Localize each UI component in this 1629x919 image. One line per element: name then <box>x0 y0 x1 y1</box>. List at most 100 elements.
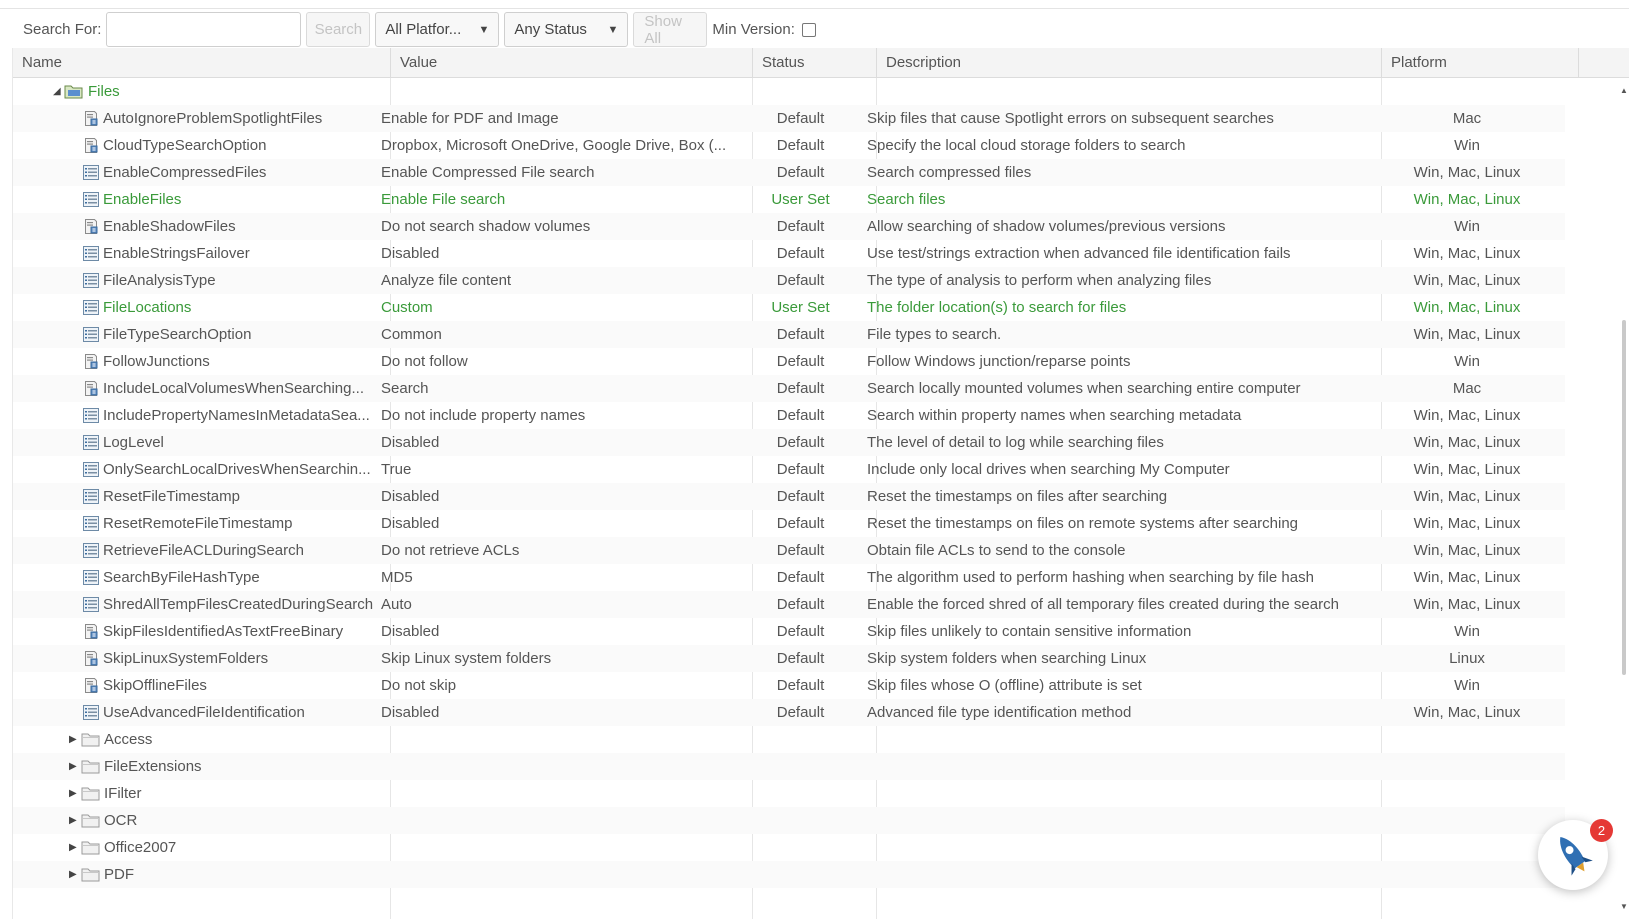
collapse-triangle-icon[interactable]: ◢ <box>53 78 61 105</box>
table-row[interactable]: OnlySearchLocalDrivesWhenSearchin... True… <box>13 456 1565 483</box>
tree-folder[interactable]: ▶ FileExtensions <box>13 753 1565 780</box>
min-version-label: Min Version: <box>712 21 795 38</box>
folder-name: PDF <box>104 866 134 883</box>
setting-status: Default <box>776 704 825 721</box>
setting-name: AutoIgnoreProblemSpotlightFiles <box>103 110 323 127</box>
column-header-name[interactable]: Name <box>13 48 391 78</box>
setting-name: SkipLinuxSystemFolders <box>103 650 269 667</box>
table-row[interactable]: SkipLinuxSystemFolders Skip Linux system … <box>13 645 1565 672</box>
column-header-status[interactable]: Status <box>753 48 877 78</box>
expand-triangle-icon[interactable]: ▶ <box>69 753 77 780</box>
setting-platform: Win, Mac, Linux <box>1413 191 1521 208</box>
tree-folder-files[interactable]: ◢ Files <box>13 78 1565 105</box>
tree-folder[interactable]: ▶ Access <box>13 726 1565 753</box>
table-row[interactable]: LogLevel Disabled Default The level of deta… <box>13 429 1565 456</box>
setting-platform: Win, Mac, Linux <box>1413 299 1521 316</box>
expand-triangle-icon[interactable]: ▶ <box>69 861 77 888</box>
setting-value: Disabled <box>381 515 440 532</box>
tree-folder[interactable]: ▶ PDF <box>13 861 1565 888</box>
setting-name: RetrieveFileACLDuringSearch <box>103 542 304 559</box>
min-version-checkbox[interactable] <box>801 22 816 37</box>
setting-platform: Win, Mac, Linux <box>1413 272 1521 289</box>
setting-script-icon <box>85 219 98 234</box>
folder-icon <box>81 760 100 774</box>
setting-script-icon <box>85 354 98 369</box>
setting-description: Reset the timestamps on files after sear… <box>867 488 1168 505</box>
scroll-down-icon[interactable]: ▼ <box>1620 902 1628 911</box>
expand-triangle-icon[interactable]: ▶ <box>69 834 77 861</box>
expand-triangle-icon[interactable]: ▶ <box>69 726 77 753</box>
setting-list-icon <box>83 192 99 207</box>
setting-description: Search locally mounted volumes when sear… <box>867 380 1301 397</box>
table-row[interactable]: ShredAllTempFilesCreatedDuringSearch Auto… <box>13 591 1565 618</box>
table-row[interactable]: IncludeLocalVolumesWhenSearching... Searc… <box>13 375 1565 402</box>
setting-list-icon <box>83 516 99 531</box>
folder-name: Files <box>88 83 120 100</box>
column-header-platform[interactable]: Platform <box>1382 48 1579 78</box>
setting-description: The folder location(s) to search for fil… <box>867 299 1127 316</box>
grid-header: Name Value Status Description Platform <box>13 48 1629 78</box>
setting-name: EnableStringsFailover <box>103 245 250 262</box>
search-button[interactable]: Search <box>306 12 371 47</box>
setting-description: The type of analysis to perform when ana… <box>867 272 1212 289</box>
chevron-down-icon: ▼ <box>478 23 490 36</box>
platform-select[interactable]: All Platfor... ▼ <box>375 12 500 47</box>
vertical-scrollbar[interactable] <box>1622 320 1626 675</box>
column-header-description[interactable]: Description <box>877 48 1382 78</box>
status-select[interactable]: Any Status ▼ <box>504 12 629 47</box>
search-toolbar: Search For: Search All Platfor... ▼ Any … <box>12 11 1629 48</box>
setting-status: Default <box>776 353 825 370</box>
setting-platform: Win, Mac, Linux <box>1413 704 1521 721</box>
table-row[interactable]: EnableCompressedFiles Enable Compressed F… <box>13 159 1565 186</box>
table-row[interactable]: SkipFilesIdentifiedAsTextFreeBinary Disab… <box>13 618 1565 645</box>
setting-value: Enable Compressed File search <box>381 164 595 181</box>
table-row[interactable]: CloudTypeSearchOption Dropbox, Microsoft … <box>13 132 1565 159</box>
table-row[interactable]: UseAdvancedFileIdentification Disabled Def… <box>13 699 1565 726</box>
setting-name: SearchByFileHashType <box>103 569 260 586</box>
expand-triangle-icon[interactable]: ▶ <box>69 780 77 807</box>
table-row[interactable]: ResetRemoteFileTimestamp Disabled Default R… <box>13 510 1565 537</box>
setting-platform: Win, Mac, Linux <box>1413 461 1521 478</box>
column-header-value[interactable]: Value <box>391 48 753 78</box>
table-row[interactable]: ResetFileTimestamp Disabled Default Reset t… <box>13 483 1565 510</box>
table-row[interactable]: EnableShadowFiles Do not search shadow vo… <box>13 213 1565 240</box>
tree-folder[interactable]: ▶ OCR <box>13 807 1565 834</box>
table-row[interactable]: RetrieveFileACLDuringSearch Do not retrie… <box>13 537 1565 564</box>
setting-status: Default <box>776 623 825 640</box>
table-row[interactable]: FollowJunctions Do not follow Default Follo… <box>13 348 1565 375</box>
table-row[interactable]: EnableFiles Enable File search User Set Sea… <box>13 186 1565 213</box>
search-input[interactable] <box>106 12 302 47</box>
setting-status: Default <box>776 164 825 181</box>
top-divider <box>0 8 1629 9</box>
table-row[interactable]: SkipOfflineFiles Do not skip Default Skip f… <box>13 672 1565 699</box>
expand-triangle-icon[interactable]: ▶ <box>69 807 77 834</box>
folder-icon <box>81 787 100 801</box>
setting-platform: Mac <box>1452 380 1482 397</box>
search-for-label: Search For: <box>23 21 102 38</box>
table-row[interactable]: FileTypeSearchOption Common Default File ty… <box>13 321 1565 348</box>
settings-grid: Name Value Status Description Platform ◢… <box>12 48 1629 919</box>
tree-folder[interactable]: ▶ IFilter <box>13 780 1565 807</box>
setting-status: Default <box>776 110 825 127</box>
setting-name: IncludeLocalVolumesWhenSearching... <box>103 380 364 397</box>
setting-description: Skip system folders when searching Linux <box>867 650 1147 667</box>
table-row[interactable]: AutoIgnoreProblemSpotlightFiles Enable fo… <box>13 105 1565 132</box>
setting-platform: Win, Mac, Linux <box>1413 326 1521 343</box>
setting-description: The level of detail to log while searchi… <box>867 434 1164 451</box>
scroll-up-icon[interactable]: ▲ <box>1620 86 1628 95</box>
table-row[interactable]: SearchByFileHashType MD5 Default The algori… <box>13 564 1565 591</box>
setting-list-icon <box>83 246 99 261</box>
setting-description: Enable the forced shred of all temporary… <box>867 596 1339 613</box>
setting-script-icon <box>85 624 98 639</box>
setting-description: Use test/strings extraction when advance… <box>867 245 1291 262</box>
table-row[interactable]: FileLocations Custom User Set The folder lo… <box>13 294 1565 321</box>
table-row[interactable]: EnableStringsFailover Disabled Default Use … <box>13 240 1565 267</box>
setting-status: Default <box>776 434 825 451</box>
show-all-button[interactable]: Show All <box>633 12 708 47</box>
tree-folder[interactable]: ▶ Office2007 <box>13 834 1565 861</box>
setting-platform: Win, Mac, Linux <box>1413 488 1521 505</box>
setting-description: Search files <box>867 191 946 208</box>
setting-status: User Set <box>771 299 830 316</box>
table-row[interactable]: FileAnalysisType Analyze file content Defa… <box>13 267 1565 294</box>
table-row[interactable]: IncludePropertyNamesInMetadataSea... Do n… <box>13 402 1565 429</box>
